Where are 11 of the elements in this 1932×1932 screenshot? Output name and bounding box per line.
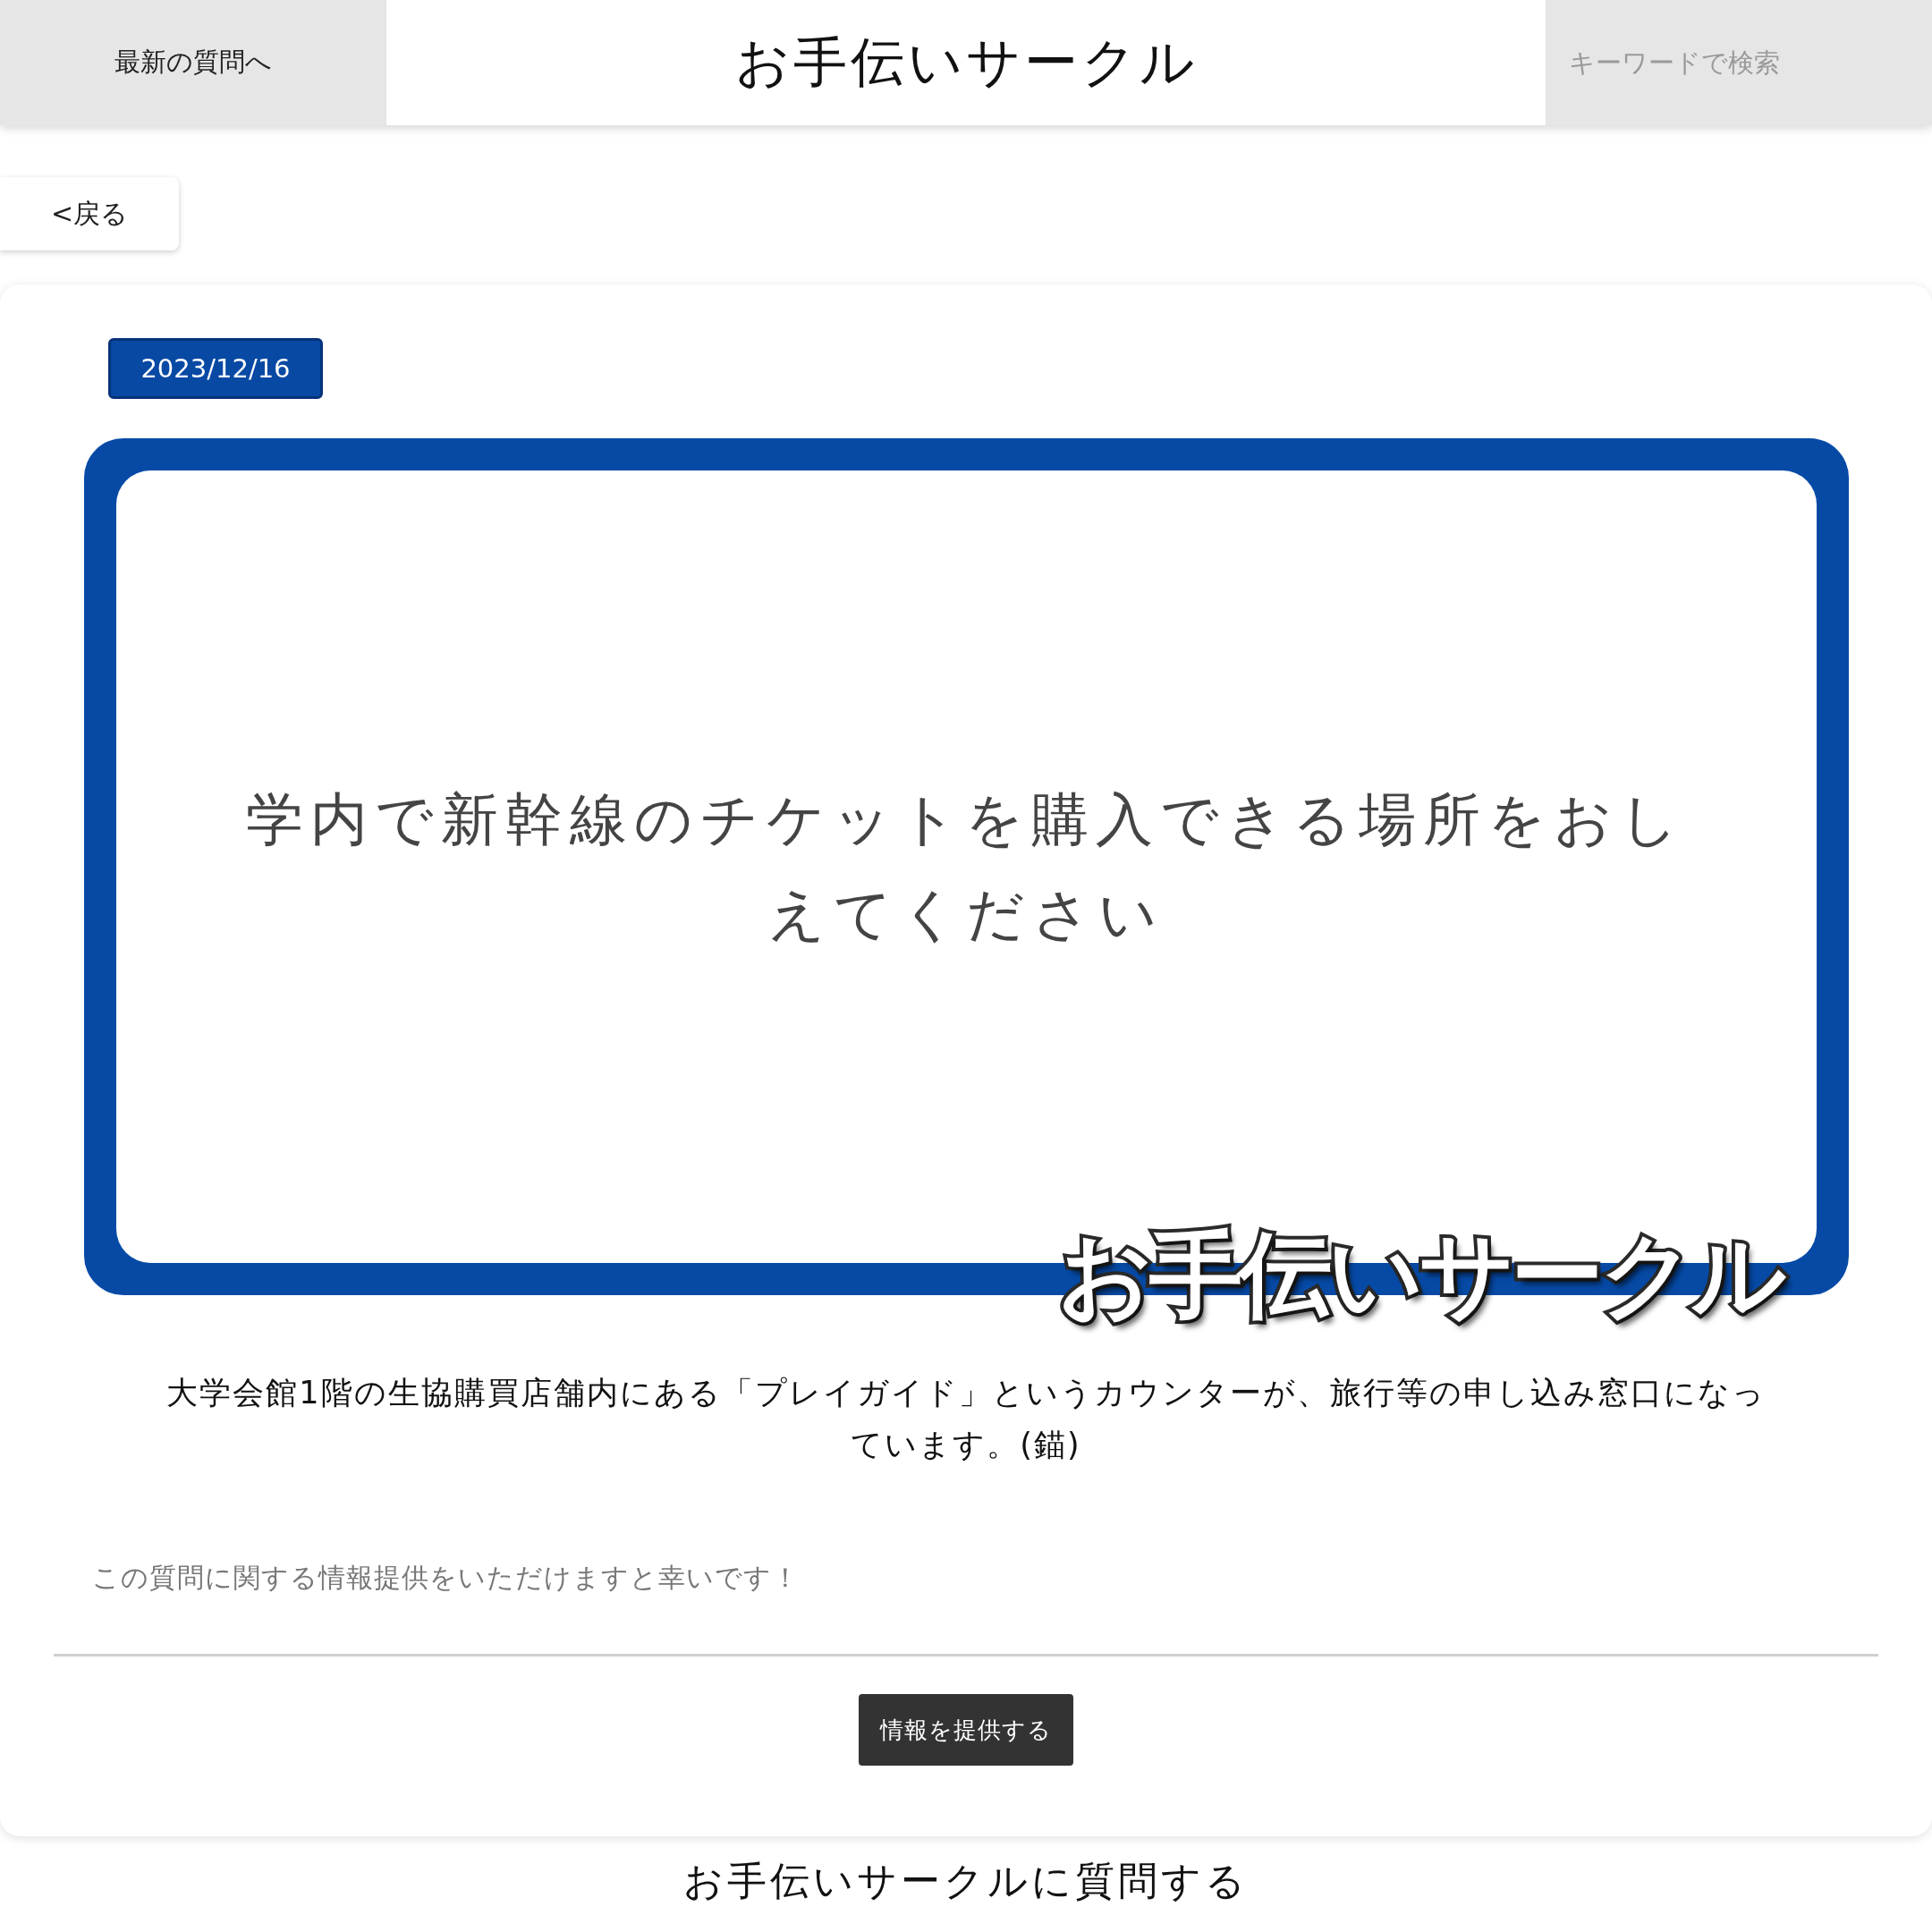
latest-questions-link[interactable]: 最新の質問へ [114, 45, 272, 80]
search-field[interactable]: キーワードで検索 [1546, 0, 1932, 125]
question-text: 学内で新幹線のチケットを購入できる場所をおしえてください [245, 785, 1687, 949]
provide-info-button[interactable]: 情報を提供する [859, 1694, 1073, 1766]
date-badge: 2023/12/16 [108, 338, 323, 399]
section-heading: お手伝いサークルに質問する [682, 1858, 1250, 1905]
back-button[interactable]: <戻る [0, 177, 179, 250]
site-title: お手伝いサークル [734, 29, 1198, 95]
request-note: この質問に関する情報提供をいただけますと幸いです！ [92, 1561, 801, 1595]
answer-text: 大学会館1階の生協購買店舗内にある「プレイガイド」というカウンターが、旅行等の申し込み窓口になっています。(錨) [165, 1374, 1767, 1464]
search-input[interactable]: キーワードで検索 [1563, 42, 1903, 83]
